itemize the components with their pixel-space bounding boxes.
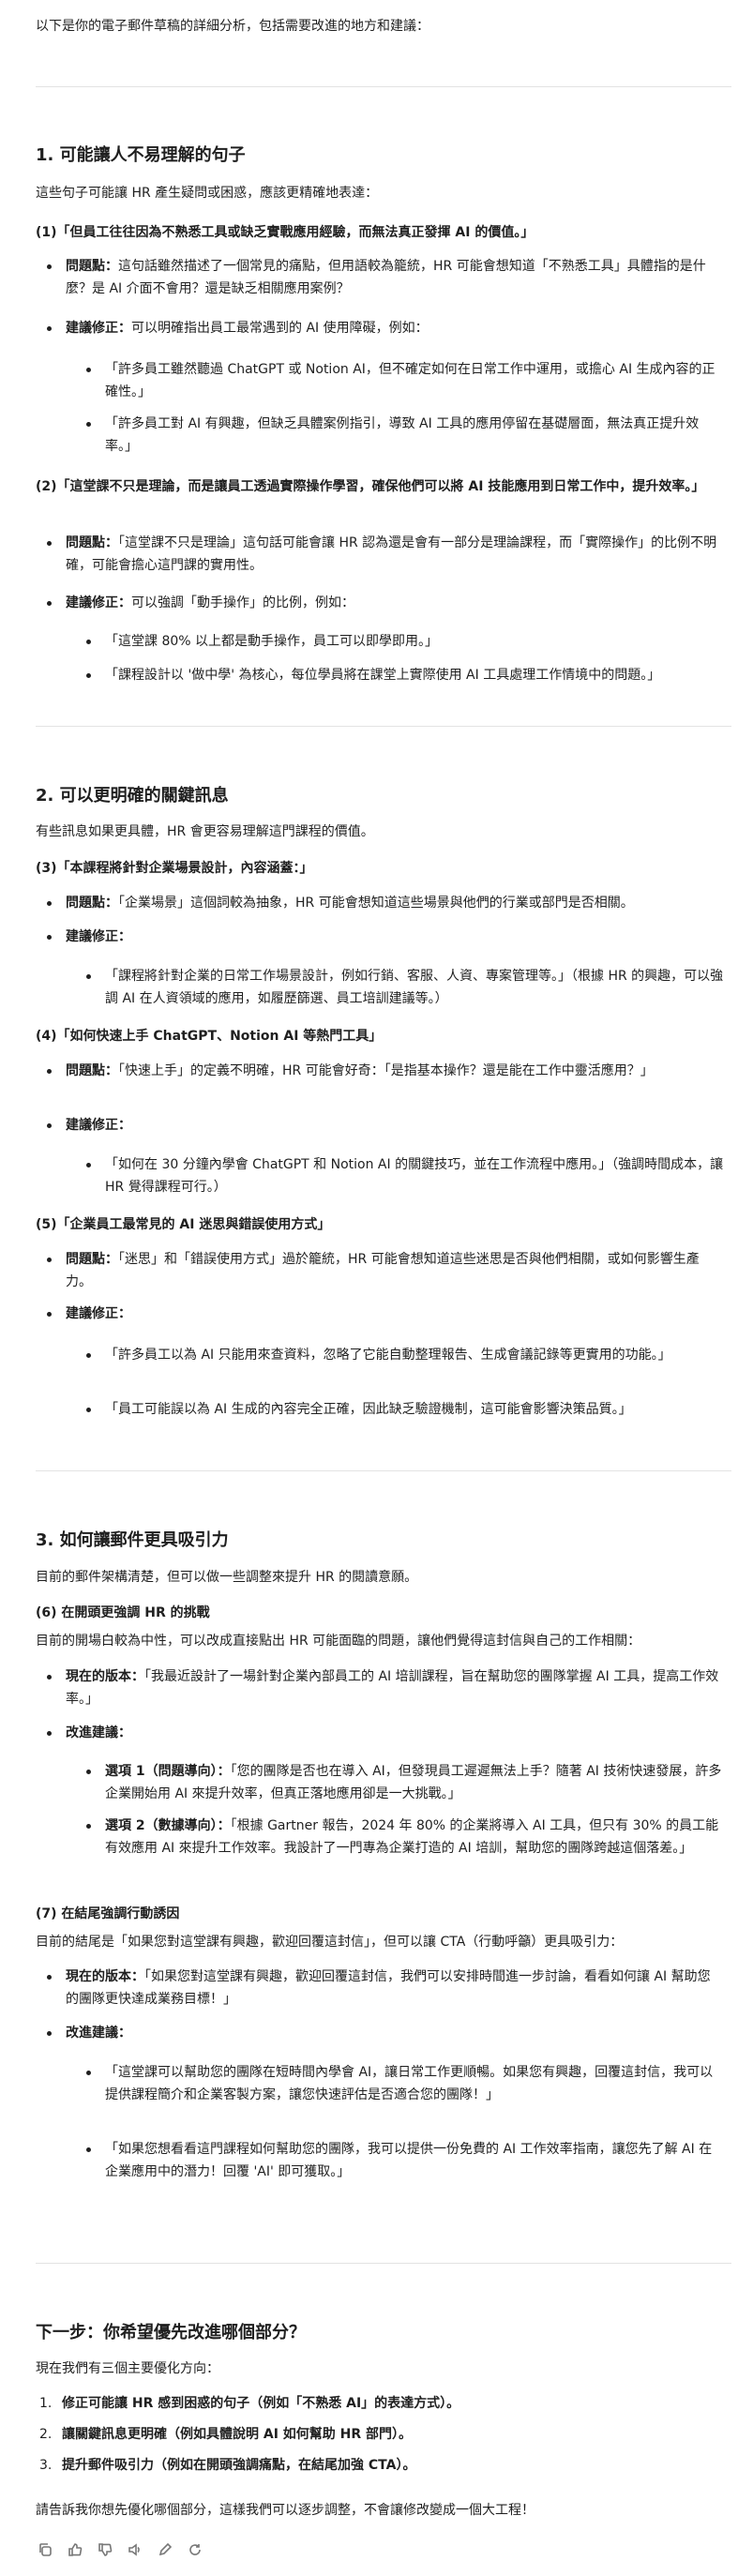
- list-number: 3.: [39, 2458, 53, 2473]
- item-1-fix: 建議修正：可以明確指出員工最常遇到的 AI 使用障礙，例如：: [66, 321, 429, 336]
- bullet: [47, 1069, 52, 1074]
- bullet: [86, 1824, 91, 1829]
- list-number: 2.: [39, 2427, 53, 2442]
- bullet: [47, 1975, 52, 1980]
- bullet: [47, 541, 52, 546]
- section-1-title: 1. 可能讓人不易理解的句子: [36, 145, 246, 165]
- item-4-fix: 建議修正：: [66, 1118, 131, 1133]
- item-4-heading: (4)「如何快速上手 ChatGPT、Notion AI 等熱門工具」: [36, 1029, 383, 1044]
- bullet: [86, 422, 91, 427]
- bullet: [86, 974, 91, 979]
- item-3-fix: 建議修正：: [66, 929, 131, 944]
- item-4-suggestion-1: 「如何在 30 分鐘內學會 ChatGPT 和 Notion AI 的關鍵技巧，…: [105, 1157, 724, 1195]
- list-number: 1.: [39, 2396, 53, 2411]
- item-6-current: 現在的版本：「我最近設計了一場針對企業內部員工的 AI 培訓課程，旨在幫助您的團…: [66, 1669, 719, 1707]
- bullet: [86, 1353, 91, 1358]
- copy-icon[interactable]: [36, 2540, 54, 2559]
- read-aloud-icon[interactable]: [126, 2540, 144, 2559]
- message-actions-toolbar: [36, 2539, 204, 2560]
- bullet: [47, 601, 52, 606]
- item-3-heading: (3)「本課程將針對企業場景設計，內容涵蓋：」: [36, 861, 313, 876]
- section-2-title: 2. 可以更明確的關鍵訊息: [36, 786, 229, 806]
- item-7-suggest: 改進建議：: [66, 2026, 131, 2041]
- divider: [36, 1470, 731, 1471]
- bullet: [47, 326, 52, 331]
- item-7-suggestion-2: 「如果您想看看這門課程如何幫助您的團隊，我可以提供一份免費的 AI 工作效率指南…: [105, 2142, 713, 2179]
- bullet: [47, 1731, 52, 1736]
- list-item: 提升郵件吸引力（例如在開頭強調痛點，在結尾加強 CTA）。: [62, 2458, 416, 2473]
- item-7-desc: 目前的結尾是「如果您對這堂課有興趣，歡迎回覆這封信」，但可以讓 CTA（行動呼籲…: [36, 1935, 624, 1950]
- edit-icon[interactable]: [156, 2540, 174, 2559]
- item-3-problem: 問題點：「企業場景」這個詞較為抽象，HR 可能會想知道這些場景與他們的行業或部門…: [66, 896, 634, 911]
- bullet: [47, 1675, 52, 1680]
- item-6-option-1: 選項 1（問題導向）：「您的團隊是否也在導入 AI，但發現員工遲遲無法上手？隨著…: [105, 1764, 722, 1801]
- divider: [36, 86, 731, 87]
- item-6-suggest: 改進建議：: [66, 1725, 131, 1740]
- item-5-fix: 建議修正：: [66, 1306, 131, 1321]
- bullet: [86, 368, 91, 372]
- divider: [36, 726, 731, 727]
- next-steps-desc: 現在我們有三個主要優化方向：: [36, 2361, 219, 2376]
- regenerate-icon[interactable]: [186, 2540, 204, 2559]
- item-2-problem: 問題點：「這堂課不只是理論」這句話可能會讓 HR 認為還是會有一部分是理論課程，…: [66, 535, 717, 573]
- bullet: [86, 673, 91, 678]
- bullet: [47, 2031, 52, 2036]
- item-1-problem: 問題點：這句話雖然描述了一個常見的痛點，但用語較為籠統，HR 可能會想知道「不熟…: [66, 259, 706, 296]
- section-3-desc: 目前的郵件架構清楚，但可以做一些調整來提升 HR 的閱讀意願。: [36, 1570, 418, 1585]
- item-2-suggestion-1: 「這堂課 80% 以上都是動手操作，員工可以即學即用。」: [105, 634, 439, 649]
- section-3-title: 3. 如何讓郵件更具吸引力: [36, 1530, 229, 1550]
- bullet: [47, 1258, 52, 1262]
- item-5-suggestion-1: 「許多員工以為 AI 只能用來查資料，忽略了它能自動整理報告、生成會議記錄等更實…: [105, 1348, 671, 1363]
- section-2-desc: 有些訊息如果更具體，HR 會更容易理解這門課程的價值。: [36, 824, 374, 839]
- thumbs-up-icon[interactable]: [66, 2540, 84, 2559]
- item-1-suggestion-1: 「許多員工雖然聽過 ChatGPT 或 Notion AI，但不確定如何在日常工…: [105, 362, 715, 399]
- chat-response: 以下是你的電子郵件草稿的詳細分析，包括需要改進的地方和建議： 1. 可能讓人不易…: [0, 0, 753, 2576]
- next-steps-title: 下一步：你希望優先改進哪個部分？: [36, 2323, 306, 2343]
- section-1-desc: 這些句子可能讓 HR 產生疑問或困惑，應該更精確地表達：: [36, 186, 379, 201]
- item-7-heading: (7) 在結尾強調行動誘因: [36, 1906, 180, 1921]
- item-2-heading: (2)「這堂課不只是理論，而是讓員工透過實際操作學習，確保他們可以將 AI 技能…: [36, 479, 705, 494]
- item-1-heading: (1)「但員工往往因為不熟悉工具或缺乏實戰應用經驗，而無法真正發揮 AI 的價值…: [36, 225, 535, 240]
- item-5-heading: (5)「企業員工最常見的 AI 迷思與錯誤使用方式」: [36, 1217, 331, 1232]
- bullet: [47, 935, 52, 940]
- divider: [36, 2263, 731, 2264]
- bullet: [86, 1163, 91, 1167]
- item-7-current: 現在的版本：「如果您對這堂課有興趣，歡迎回覆這封信，我們可以安排時間進一步討論，…: [66, 1969, 711, 2007]
- list-item: 讓關鍵訊息更明確（例如具體說明 AI 如何幫助 HR 部門）。: [62, 2427, 413, 2442]
- thumbs-down-icon[interactable]: [96, 2540, 114, 2559]
- bullet: [86, 640, 91, 644]
- bullet: [47, 901, 52, 906]
- bullet: [47, 1123, 52, 1128]
- item-5-problem: 問題點：「迷思」和「錯誤使用方式」過於籠統，HR 可能會想知道這些迷思是否與他們…: [66, 1252, 700, 1289]
- item-6-option-2: 選項 2（數據導向）：「根據 Gartner 報告，2024 年 80% 的企業…: [105, 1818, 719, 1856]
- bullet: [86, 1408, 91, 1412]
- item-1-suggestion-2: 「許多員工對 AI 有興趣，但缺乏具體案例指引，導致 AI 工具的應用停留在基礎…: [105, 416, 700, 454]
- item-2-fix: 建議修正：可以強調「動手操作」的比例，例如：: [66, 595, 354, 610]
- bullet: [86, 2147, 91, 2152]
- item-3-suggestion-1: 「課程將針對企業的日常工作場景設計，例如行銷、客服、人資、專案管理等。」（根據 …: [105, 969, 724, 1006]
- closing-text: 請告訴我你想先優化哪個部分，這樣我們可以逐步調整，不會讓修改變成一個大工程！: [36, 2503, 535, 2518]
- item-6-heading: (6) 在開頭更強調 HR 的挑戰: [36, 1605, 210, 1620]
- bullet: [47, 1312, 52, 1317]
- bullet: [86, 2071, 91, 2075]
- bullet: [47, 264, 52, 269]
- intro-text: 以下是你的電子郵件草稿的詳細分析，包括需要改進的地方和建議：: [36, 19, 429, 34]
- item-6-desc: 目前的開場白較為中性，可以改成直接點出 HR 可能面臨的問題，讓他們覺得這封信與…: [36, 1634, 641, 1649]
- list-item: 修正可能讓 HR 感到困惑的句子（例如「不熟悉 AI」的表達方式）。: [62, 2396, 460, 2411]
- item-7-suggestion-1: 「這堂課可以幫助您的團隊在短時間內學會 AI，讓日常工作更順暢。如果您有興趣，回…: [105, 2065, 714, 2102]
- item-2-suggestion-2: 「課程設計以 '做中學' 為核心，每位學員將在課堂上實際使用 AI 工具處理工作…: [105, 668, 661, 683]
- item-5-suggestion-2: 「員工可能誤以為 AI 生成的內容完全正確，因此缺乏驗證機制，這可能會影響決策品…: [105, 1402, 632, 1417]
- item-4-problem: 問題點：「快速上手」的定義不明確，HR 可能會好奇：「是指基本操作？還是能在工作…: [66, 1063, 654, 1078]
- bullet: [86, 1770, 91, 1774]
